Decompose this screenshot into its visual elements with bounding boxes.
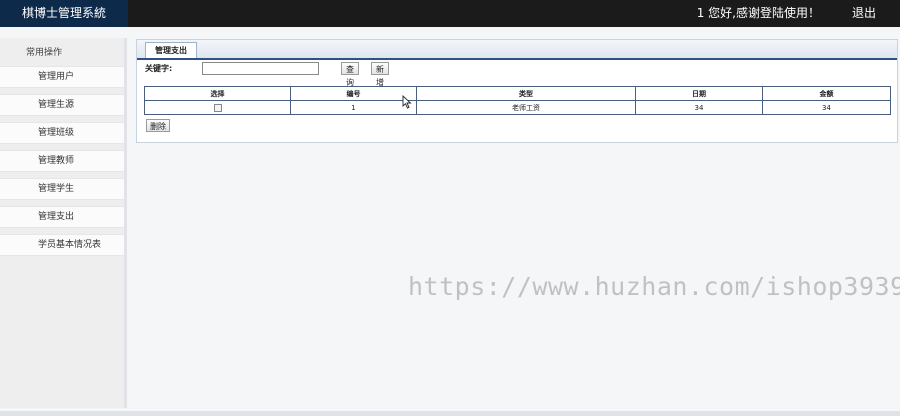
sidebar-title: 常用操作 [26,48,63,58]
sidebar-item-manage-users[interactable]: 管理用户 [0,66,124,88]
sidebar-item-manage-sources[interactable]: 管理生源 [0,94,124,116]
table-row: 1 老师工资 34 34 [144,100,891,115]
column-header-select: 选择 [144,86,291,101]
bottom-divider [0,411,900,416]
mouse-pointer-icon [402,95,412,109]
amount-cell: 34 [762,100,891,115]
expense-panel: 管理支出 关键字: 查询 新增 选择 编号 类型 日期 金额 1 老师工资 34… [136,39,898,143]
app-brand: 棋博士管理系統 [0,0,128,27]
date-cell: 34 [635,100,763,115]
table-header-row: 选择 编号 类型 日期 金额 [144,86,891,101]
sidebar: 常用操作 管理用户 管理生源 管理班级 管理教师 管理学生 管理支出 学员基本情… [0,38,127,408]
sidebar-item-manage-teachers[interactable]: 管理教师 [0,150,124,172]
sidebar-item-manage-students[interactable]: 管理学生 [0,178,124,200]
column-header-id: 编号 [290,86,417,101]
sidebar-item-manage-classes[interactable]: 管理班级 [0,122,124,144]
keyword-label: 关键字: [145,64,173,73]
column-header-type: 类型 [416,86,636,101]
welcome-text: 1 您好,感谢登陆使用！ [696,6,820,20]
id-cell: 1 [290,100,417,115]
panel-header: 管理支出 [137,40,897,60]
logout-link[interactable]: 退出 [852,0,876,27]
keyword-input[interactable] [202,62,319,75]
add-button[interactable]: 新增 [371,62,389,87]
select-cell [144,100,291,115]
expense-table: 选择 编号 类型 日期 金额 1 老师工资 34 34 [144,86,891,115]
top-bar: 棋博士管理系統 1 您好,感谢登陆使用！ 退出 [0,0,900,27]
sidebar-item-manage-expenses[interactable]: 管理支出 [0,206,124,228]
delete-button[interactable]: 删除 [146,119,170,132]
tab-manage-expenses[interactable]: 管理支出 [145,42,197,58]
sidebar-item-student-report[interactable]: 学员基本情况表 [0,234,124,256]
row-checkbox[interactable] [213,103,222,112]
column-header-amount: 金额 [762,86,891,101]
watermark-text: https://www.huzhan.com/ishop39397 [408,272,900,301]
column-header-date: 日期 [635,86,763,101]
query-button[interactable]: 查询 [341,62,359,87]
type-cell: 老师工资 [416,100,636,115]
